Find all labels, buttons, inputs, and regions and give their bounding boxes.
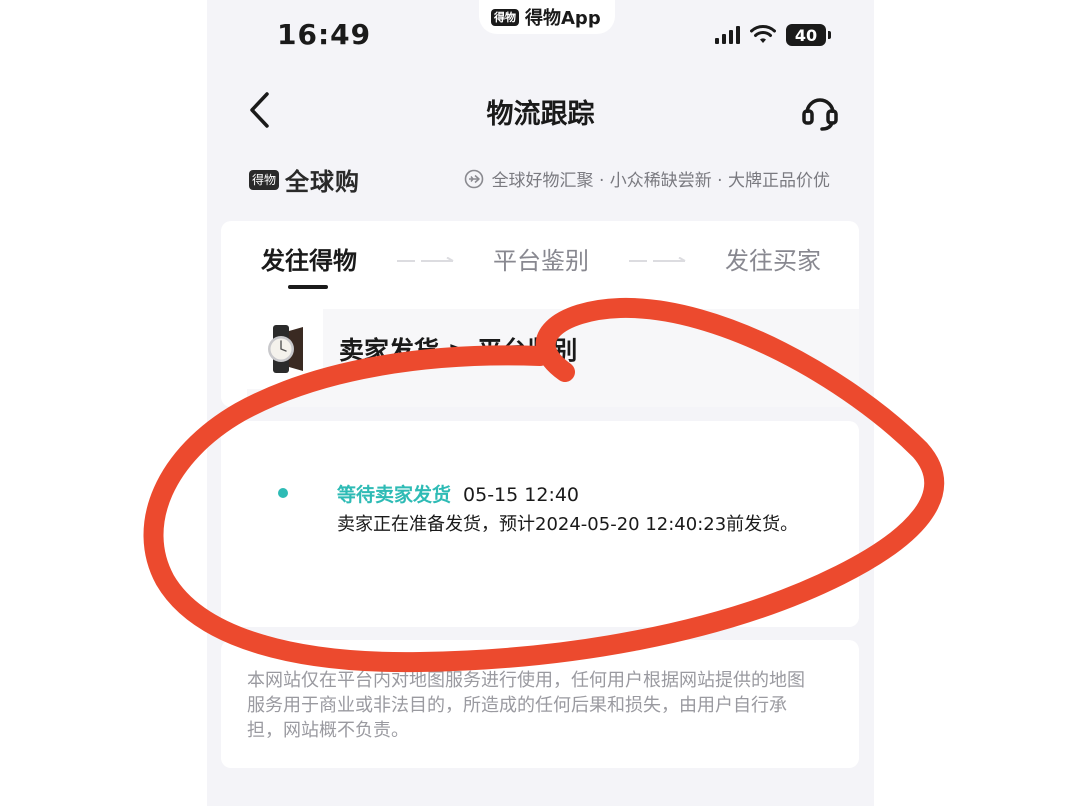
global-buy-brand: 得物 全球购	[249, 162, 360, 197]
step-ship-to-buyer[interactable]: 发往买家	[725, 241, 821, 276]
product-row[interactable]: 卖家发货 > 平台鉴别	[247, 309, 859, 407]
logistics-steps: 发往得物 平台鉴别 发往买家	[221, 241, 859, 281]
active-step-indicator	[288, 285, 328, 289]
disclaimer-card: 本网站仅在平台内对地图服务进行使用，任何用户根据网站提供的地图服务用于商业或非法…	[221, 640, 859, 768]
headset-icon	[802, 98, 838, 131]
app-logo-icon: 得物	[491, 8, 519, 26]
brand-slogan: 全球好物汇聚 · 小众稀缺尝新 · 大牌正品价优	[464, 166, 830, 191]
step-ship-to-dewu[interactable]: 发往得物	[261, 241, 357, 276]
customer-service-button[interactable]	[800, 92, 840, 132]
logistics-card: 发往得物 平台鉴别 发往买家 卖家发货 > 平台鉴别	[221, 221, 859, 407]
page-title: 物流跟踪	[486, 99, 595, 130]
brand-name: 全球购	[285, 168, 361, 196]
plane-circle-icon	[464, 169, 483, 188]
disclaimer-text: 本网站仅在平台内对地图服务进行使用，任何用户根据网站提供的地图服务用于商业或非法…	[247, 670, 805, 741]
wifi-icon	[750, 25, 776, 43]
timeline-card: 等待卖家发货 05-15 12:40 卖家正在准备发货，预计2024-05-20 …	[221, 421, 859, 627]
event-status: 等待卖家发货	[337, 484, 452, 506]
status-time: 16:49	[277, 18, 372, 51]
status-icons: 40	[715, 24, 831, 46]
step-arrow-icon	[397, 257, 454, 262]
watch-icon	[268, 325, 303, 373]
product-route: 卖家发货 > 平台鉴别	[339, 336, 578, 365]
timeline-dot	[278, 488, 288, 498]
product-thumbnail	[247, 309, 323, 389]
event-description: 卖家正在准备发货，预计2024-05-20 12:40:23前发货。	[337, 514, 799, 535]
battery-icon: 40	[786, 24, 831, 46]
brand-logo-icon: 得物	[249, 169, 280, 190]
event-time: 05-15 12:40	[463, 484, 580, 506]
timeline-event-header: 等待卖家发货 05-15 12:40	[337, 480, 579, 507]
phone-screen: 16:49 得物 得物App 40 物流跟踪 得物 全球购 全球好物汇聚 · 小…	[207, 0, 874, 806]
slogan-text: 全球好物汇聚 · 小众稀缺尝新 · 大牌正品价优	[491, 171, 830, 191]
step-platform-authentication[interactable]: 平台鉴别	[493, 241, 589, 276]
app-name: 得物App	[525, 8, 601, 29]
cellular-signal-icon	[715, 26, 740, 44]
step-arrow-icon	[629, 257, 686, 262]
app-indicator-pill[interactable]: 得物 得物App	[479, 0, 615, 34]
